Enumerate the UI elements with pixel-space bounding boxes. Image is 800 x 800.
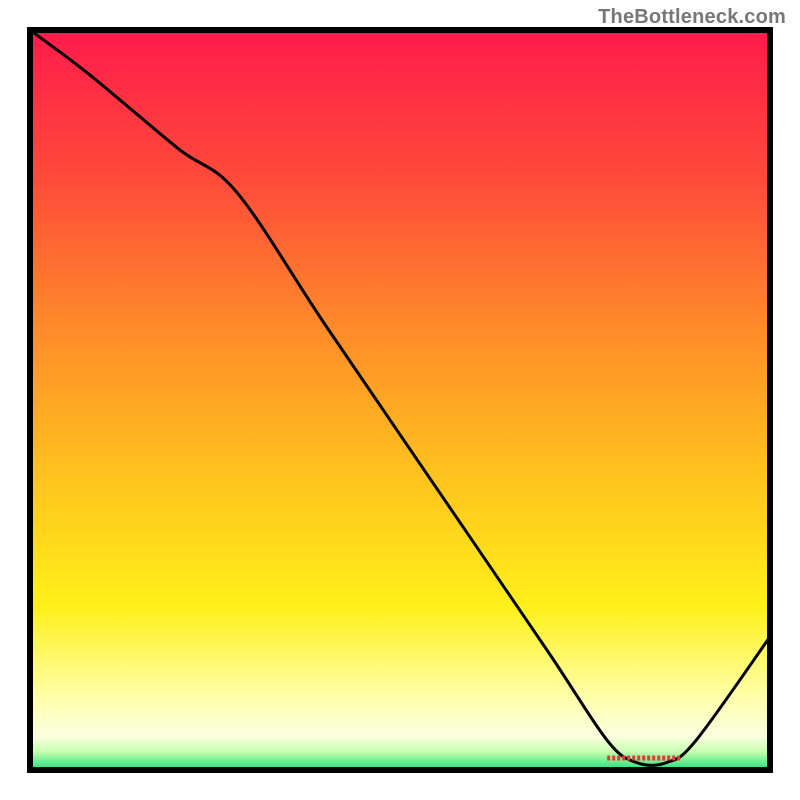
bottleneck-plot (0, 0, 800, 800)
gradient-background (30, 30, 770, 770)
chart-container: TheBottleneck.com (0, 0, 800, 800)
